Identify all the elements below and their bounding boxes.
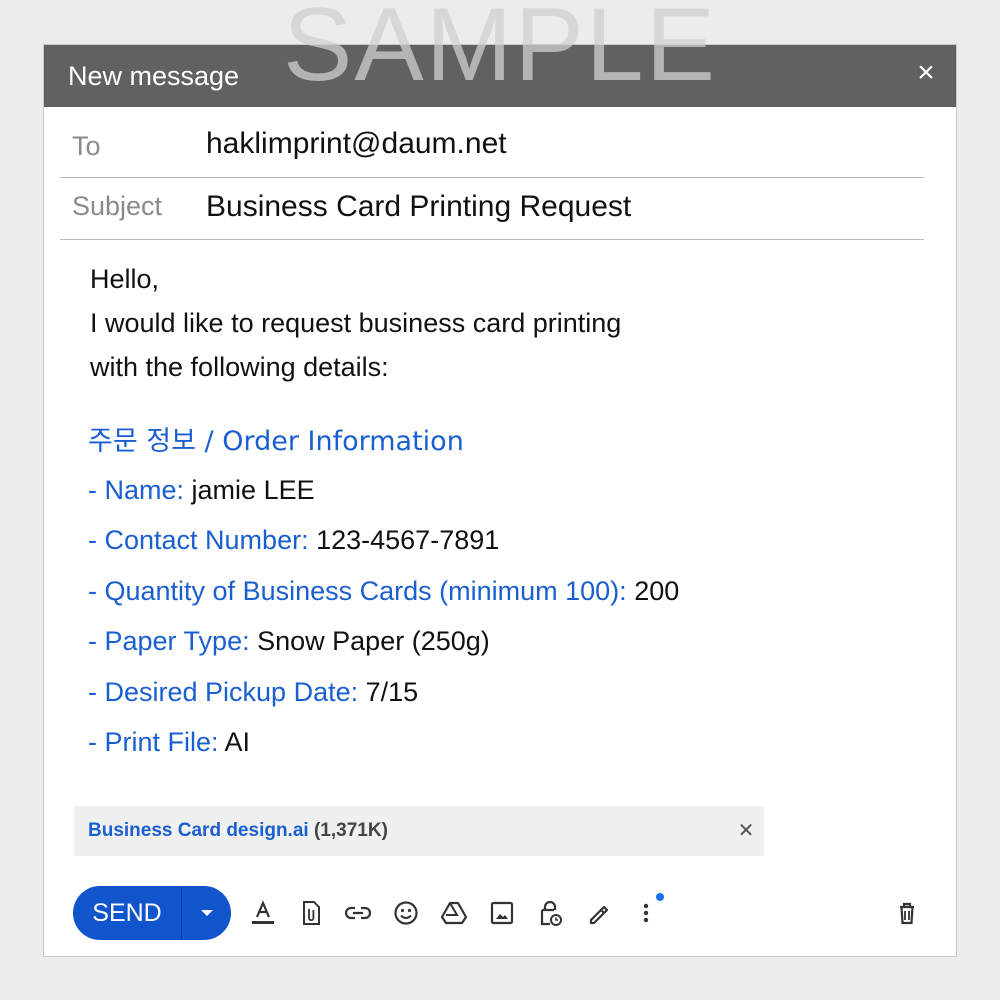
- attachment-name[interactable]: Business Card design.ai: [88, 820, 309, 841]
- order-item-value: 200: [634, 575, 680, 606]
- order-item-key: - Contact Number:: [88, 525, 309, 556]
- drive-icon: [440, 901, 468, 925]
- attach-file-button[interactable]: [295, 897, 327, 929]
- subject-input[interactable]: Business Card Printing Request: [206, 190, 906, 224]
- order-item-key: - Name:: [88, 475, 185, 505]
- order-item-file: - Print File: AI: [88, 721, 679, 771]
- order-item-key: - Desired Pickup Date:: [88, 676, 359, 707]
- order-item-paper: - Paper Type: Snow Paper (250g): [88, 620, 679, 670]
- discard-draft-button[interactable]: [891, 897, 923, 929]
- confidential-mode-icon: [540, 900, 562, 926]
- more-options-button[interactable]: [630, 897, 662, 929]
- body-line: I would like to request business card pr…: [90, 308, 622, 338]
- order-item-pickup: - Desired Pickup Date: 7/15: [88, 671, 679, 721]
- attachment-chip[interactable]: Business Card design.ai (1,371K) ✕: [74, 806, 764, 856]
- order-item-value: AI: [224, 726, 251, 757]
- compose-window: New message × To haklimprint@daum.net Su…: [43, 44, 957, 957]
- more-options-icon: [643, 903, 649, 923]
- insert-link-button[interactable]: [342, 897, 374, 929]
- order-item-value: 123-4567-7891: [316, 525, 500, 556]
- order-item-key: - Quantity of Business Cards (minimum 10…: [88, 575, 627, 606]
- signature-icon: [589, 905, 609, 925]
- attachment-name-wrap[interactable]: Business Card design.ai (1,371K): [88, 820, 388, 842]
- send-options-button[interactable]: [182, 886, 231, 940]
- format-text-button[interactable]: [247, 897, 279, 929]
- chevron-down-icon: [201, 910, 213, 916]
- remove-attachment-icon[interactable]: ✕: [736, 818, 756, 843]
- insert-photo-button[interactable]: [486, 897, 518, 929]
- format-text-icon: [252, 900, 274, 924]
- message-body[interactable]: Hello, I would like to request business …: [90, 257, 621, 389]
- attach-file-icon: [303, 901, 320, 925]
- order-item-contact: - Contact Number: 123-4567-7891: [88, 519, 679, 569]
- order-item-key: - Paper Type:: [88, 626, 250, 657]
- order-item-name: - Name: jamie LEE: [88, 469, 679, 519]
- send-button[interactable]: SEND: [73, 886, 181, 940]
- order-list: - Name: jamie LEE - Contact Number: 123-…: [88, 469, 679, 771]
- insert-emoji-button[interactable]: [390, 897, 422, 929]
- insert-photo-icon: [490, 901, 514, 925]
- compose-titlebar: New message ×: [44, 45, 956, 107]
- subject-field[interactable]: Subject Business Card Printing Request: [60, 177, 924, 240]
- order-item-value: Snow Paper (250g): [257, 626, 490, 657]
- trash-icon: [900, 902, 914, 925]
- order-item-value: jamie LEE: [191, 475, 315, 505]
- close-icon[interactable]: ×: [912, 58, 940, 88]
- to-field[interactable]: To haklimprint@daum.net: [60, 115, 924, 178]
- greeting-line: Hello,: [90, 264, 160, 294]
- to-label: To: [72, 131, 101, 161]
- emoji-icon: [394, 901, 418, 925]
- window-title: New message: [68, 61, 240, 91]
- confidential-mode-button[interactable]: [534, 897, 566, 929]
- order-item-key: - Print File:: [88, 726, 219, 757]
- order-item-value: 7/15: [365, 676, 419, 707]
- order-item-quantity: - Quantity of Business Cards (minimum 10…: [88, 570, 679, 620]
- attachment-size: (1,371K): [313, 820, 388, 841]
- subject-label: Subject: [72, 191, 163, 221]
- body-line: with the following details:: [90, 352, 389, 382]
- order-heading: 주문 정보 / Order Information: [88, 426, 464, 457]
- notification-dot: [656, 893, 664, 901]
- insert-signature-button[interactable]: [582, 897, 614, 929]
- send-button-group: SEND: [73, 886, 231, 940]
- insert-drive-button[interactable]: [438, 897, 470, 929]
- to-input[interactable]: haklimprint@daum.net: [206, 127, 906, 161]
- insert-link-icon: [344, 906, 372, 920]
